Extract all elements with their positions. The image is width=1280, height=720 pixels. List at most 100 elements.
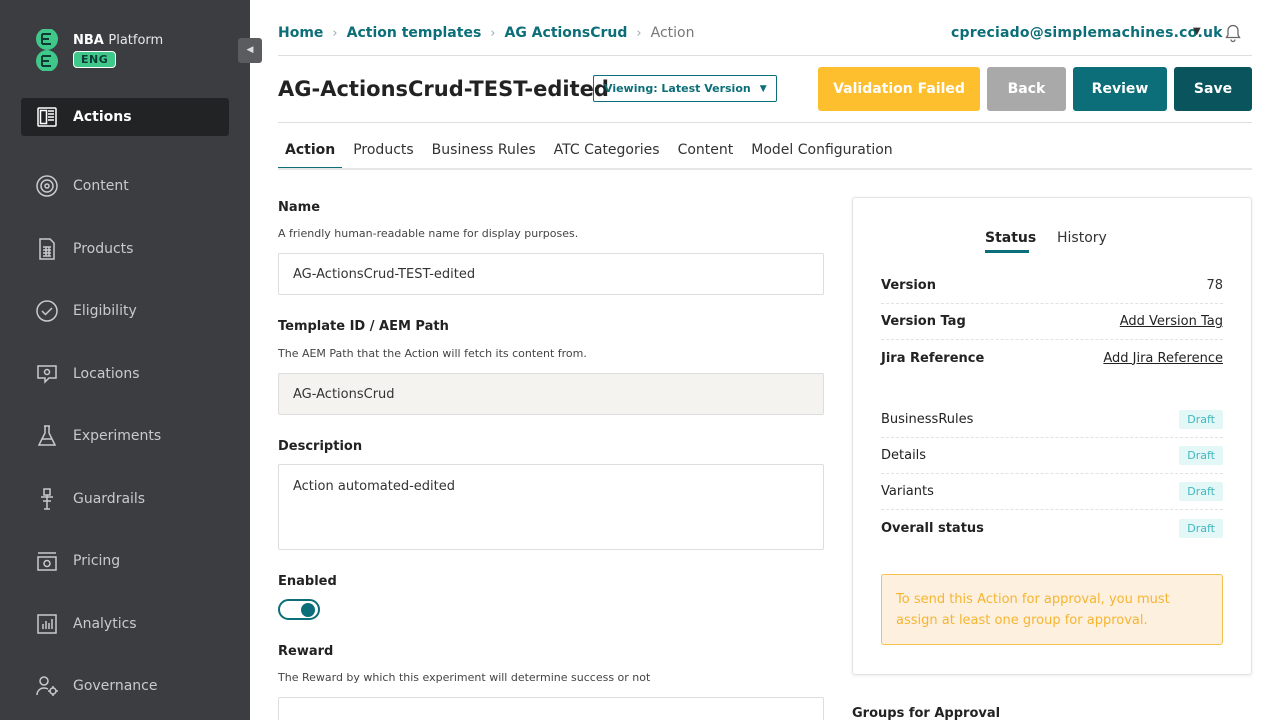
- status-label: Details: [881, 448, 927, 463]
- panel-tab-status[interactable]: Status: [985, 230, 1036, 246]
- ee-logo-icon: [36, 29, 58, 71]
- enabled-toggle[interactable]: [278, 599, 320, 620]
- analytics-icon: [34, 611, 60, 637]
- validation-failed-button[interactable]: Validation Failed: [818, 67, 980, 111]
- breadcrumb-home[interactable]: Home: [278, 25, 323, 41]
- page-title: AG-ActionsCrud-TEST-edited: [278, 77, 609, 101]
- status-label: Variants: [881, 484, 934, 499]
- products-icon: [34, 236, 60, 262]
- reward-help: The Reward by which this experiment will…: [278, 671, 651, 684]
- name-field[interactable]: AG-ActionsCrud-TEST-edited: [278, 253, 824, 295]
- sidebar-item-label: Products: [73, 241, 134, 257]
- content-icon: [34, 173, 60, 199]
- status-label: Overall status: [881, 520, 984, 536]
- chevron-right-icon: ›: [332, 25, 338, 41]
- panel-tab-history[interactable]: History: [1057, 230, 1107, 246]
- sidebar-item-analytics[interactable]: Analytics: [21, 605, 229, 643]
- breadcrumb-action-templates[interactable]: Action templates: [347, 25, 482, 41]
- env-badge: ENG: [73, 51, 117, 68]
- version-select-label: Viewing: Latest Version: [604, 82, 751, 95]
- tab-action[interactable]: Action: [278, 142, 343, 170]
- enabled-label: Enabled: [278, 574, 337, 589]
- sidebar-item-label: Locations: [73, 366, 140, 382]
- sidebar-item-label: Governance: [73, 678, 158, 694]
- sidebar-item-label: Pricing: [73, 553, 121, 569]
- version-select[interactable]: Viewing: Latest Version ▼: [593, 75, 777, 102]
- sidebar-item-locations[interactable]: Locations: [21, 355, 229, 393]
- sidebar-item-label: Content: [73, 178, 129, 194]
- governance-icon: [34, 673, 60, 699]
- title-divider: [278, 122, 1252, 123]
- status-row-overall: Overall status Draft: [881, 510, 1223, 546]
- version-row: Version 78: [881, 268, 1223, 304]
- version-tag-label: Version Tag: [881, 314, 966, 329]
- sidebar-item-products[interactable]: Products: [21, 230, 229, 268]
- status-row-details: Details Draft: [881, 438, 1223, 474]
- back-button[interactable]: Back: [987, 67, 1066, 111]
- status-badge: Draft: [1179, 482, 1223, 501]
- description-field[interactable]: Action automated-edited: [278, 464, 824, 550]
- pricing-icon: [34, 548, 60, 574]
- collapse-sidebar-button[interactable]: ◀: [238, 38, 262, 63]
- caret-down-icon[interactable]: ▼: [1193, 26, 1201, 37]
- template-help: The AEM Path that the Action will fetch …: [278, 347, 587, 360]
- tab-atc-categories[interactable]: ATC Categories: [547, 142, 667, 170]
- add-version-tag-link[interactable]: Add Version Tag: [1120, 314, 1223, 329]
- sidebar-item-content[interactable]: Content: [21, 167, 229, 205]
- version-value: 78: [1206, 278, 1223, 293]
- sidebar-item-label: Experiments: [73, 428, 162, 444]
- locations-icon: [34, 361, 60, 387]
- sidebar: NBA Platform ENG Actions Content Product…: [0, 0, 250, 720]
- name-label: Name: [278, 200, 321, 215]
- reward-field[interactable]: [278, 697, 824, 720]
- template-label: Template ID / AEM Path: [278, 319, 449, 334]
- sidebar-item-actions[interactable]: Actions: [21, 98, 229, 136]
- breadcrumb-ag-actionscrud[interactable]: AG ActionsCrud: [504, 25, 627, 41]
- save-button[interactable]: Save: [1174, 67, 1252, 111]
- tab-model-configuration[interactable]: Model Configuration: [744, 142, 899, 170]
- status-label: BusinessRules: [881, 412, 974, 427]
- breadcrumb: Home › Action templates › AG ActionsCrud…: [278, 25, 694, 41]
- version-tag-row: Version Tag Add Version Tag: [881, 304, 1223, 340]
- tabs-divider: [278, 168, 1252, 170]
- tab-content[interactable]: Content: [671, 142, 741, 170]
- header-divider: [278, 55, 1252, 56]
- tab-bar: Action Products Business Rules ATC Categ…: [278, 142, 904, 170]
- user-menu[interactable]: cpreciado@simplemachines.co.uk: [951, 25, 1223, 41]
- jira-label: Jira Reference: [881, 350, 985, 366]
- status-row-variants: Variants Draft: [881, 474, 1223, 510]
- tab-products[interactable]: Products: [346, 142, 420, 170]
- status-panel: Status History Version 78 Version Tag Ad…: [852, 197, 1252, 675]
- sidebar-item-guardrails[interactable]: Guardrails: [21, 480, 229, 518]
- chevron-right-icon: ›: [490, 25, 496, 41]
- name-help: A friendly human-readable name for displ…: [278, 227, 579, 240]
- review-button[interactable]: Review: [1073, 67, 1167, 111]
- sidebar-item-experiments[interactable]: Experiments: [21, 417, 229, 455]
- template-field: AG-ActionsCrud: [278, 373, 824, 415]
- add-jira-reference-link[interactable]: Add Jira Reference: [1103, 351, 1223, 366]
- bell-icon[interactable]: [1223, 23, 1243, 43]
- version-label: Version: [881, 278, 936, 293]
- chevron-right-icon: ›: [636, 25, 642, 41]
- brand-title: NBA Platform: [73, 33, 164, 48]
- status-badge: Draft: [1179, 410, 1223, 429]
- sidebar-item-governance[interactable]: Governance: [21, 667, 229, 705]
- guardrails-icon: [34, 486, 60, 512]
- description-label: Description: [278, 439, 363, 454]
- experiments-icon: [34, 423, 60, 449]
- sidebar-item-eligibility[interactable]: Eligibility: [21, 292, 229, 330]
- panel-tab-indicator: [985, 250, 1029, 253]
- sidebar-item-label: Eligibility: [73, 303, 137, 319]
- status-badge: Draft: [1179, 446, 1223, 465]
- eligibility-icon: [34, 298, 60, 324]
- status-badge: Draft: [1179, 518, 1223, 538]
- toggle-knob: [301, 603, 315, 617]
- reward-label: Reward: [278, 644, 334, 659]
- sidebar-item-label: Analytics: [73, 616, 137, 632]
- sidebar-item-pricing[interactable]: Pricing: [21, 542, 229, 580]
- status-row-businessrules: BusinessRules Draft: [881, 402, 1223, 438]
- jira-row: Jira Reference Add Jira Reference: [881, 340, 1223, 376]
- tab-business-rules[interactable]: Business Rules: [425, 142, 543, 170]
- actions-icon: [34, 104, 60, 130]
- groups-for-approval-label: Groups for Approval: [852, 706, 1001, 720]
